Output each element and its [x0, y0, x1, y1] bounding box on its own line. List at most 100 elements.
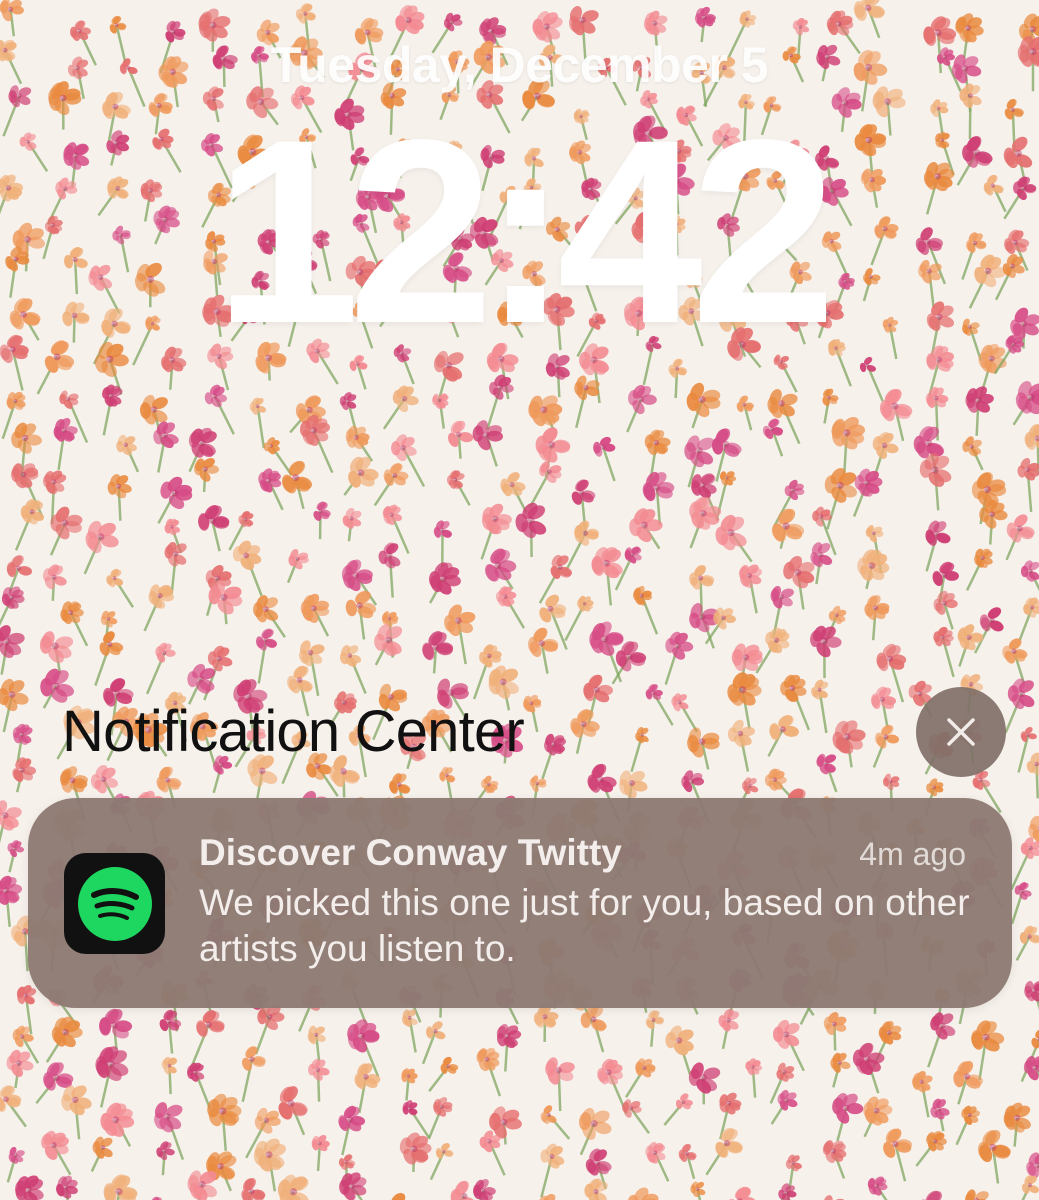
flower-center [110, 1022, 118, 1029]
flower-center [727, 528, 735, 537]
flower-center [1032, 988, 1038, 993]
flower-center [1014, 1114, 1021, 1121]
flower-center [578, 489, 585, 496]
flower-center [69, 777, 76, 784]
flower-center [347, 653, 353, 658]
flower-center [742, 402, 747, 407]
flower-center [249, 1188, 255, 1195]
flower-center [21, 434, 29, 442]
flower-center [626, 653, 633, 660]
flower-center [630, 552, 635, 557]
flower-center [677, 700, 682, 705]
flower-center [823, 760, 829, 766]
flower-center [166, 1018, 172, 1024]
flower-center [842, 99, 849, 106]
flower-center [639, 593, 644, 598]
flower-center [1030, 605, 1035, 610]
flower-center [549, 1153, 555, 1160]
flower-center [440, 575, 448, 582]
flower-center [433, 1029, 438, 1034]
flower-center [779, 594, 785, 600]
flower-center [547, 605, 554, 612]
flower-center [936, 1106, 942, 1112]
flower-center [353, 434, 359, 440]
flower-center [700, 509, 707, 517]
flower-center [527, 516, 535, 525]
flower-center [156, 102, 162, 109]
flower-center [171, 29, 176, 35]
flower-center [695, 447, 703, 454]
flower-center [933, 1139, 938, 1144]
flower-center [303, 11, 308, 16]
flower-center [306, 406, 313, 414]
flower-center [831, 1148, 837, 1154]
flower-center [640, 521, 648, 529]
flower-center [676, 1037, 683, 1044]
flower-center [791, 1161, 796, 1165]
flower-center [886, 1030, 892, 1036]
flower-center [593, 686, 600, 693]
flower-center [600, 445, 606, 450]
flower-center [582, 530, 589, 536]
flower-center [167, 1063, 172, 1068]
flower-center [769, 426, 775, 432]
flower-center [836, 21, 842, 27]
flower-center [509, 481, 515, 488]
flower-center [597, 776, 604, 783]
flower-center [742, 654, 750, 661]
flower-center [783, 1031, 790, 1038]
flower-center [401, 396, 408, 402]
flower-center [941, 572, 948, 578]
flower-center [497, 384, 503, 390]
flower-center [1025, 467, 1031, 472]
flower-center [255, 404, 260, 409]
flower-center [1020, 889, 1025, 893]
flower-center [116, 483, 122, 489]
flower-center [871, 531, 876, 536]
flower-center [220, 593, 228, 601]
flower-center [590, 1120, 598, 1128]
flower-center [698, 395, 706, 404]
flower-center [794, 569, 802, 576]
flower-center [356, 602, 363, 609]
flower-center [3, 1096, 9, 1103]
flower-center [590, 1016, 597, 1023]
flower-stem [432, 647, 438, 674]
flower-center [628, 1106, 634, 1111]
flower-center [389, 512, 394, 517]
flower-center [3, 638, 11, 645]
flower-center [1028, 568, 1033, 574]
flower-center [52, 682, 60, 690]
flower-center [843, 429, 851, 437]
flower-center [209, 21, 217, 29]
flower-center [640, 733, 644, 737]
flower-center [243, 552, 250, 559]
flower-center [864, 479, 871, 486]
flower-center [100, 776, 107, 783]
flower-center [782, 1070, 787, 1075]
flower-center [872, 605, 879, 611]
flower-center [51, 479, 57, 485]
flower-center [886, 655, 894, 663]
flower-center [197, 675, 205, 683]
flower-center [933, 395, 939, 401]
flower-center [934, 531, 940, 537]
flower-petal [391, 1193, 406, 1200]
flower-center [16, 1060, 22, 1066]
flower-center [453, 477, 458, 482]
flower-center [61, 519, 69, 527]
flower-center [865, 363, 870, 368]
flower-center [349, 1183, 356, 1190]
flower-center [344, 1160, 349, 1164]
flower-center [20, 471, 27, 478]
flower-center [3, 887, 10, 894]
flower-center [50, 1142, 57, 1149]
flower-center [307, 649, 314, 656]
flower-center [198, 1181, 206, 1188]
flower-center [106, 355, 114, 363]
flower-center [123, 442, 129, 448]
flower-center [445, 773, 449, 778]
flower-center [819, 514, 824, 519]
flower-center [450, 19, 455, 24]
flower-center [504, 1033, 511, 1039]
